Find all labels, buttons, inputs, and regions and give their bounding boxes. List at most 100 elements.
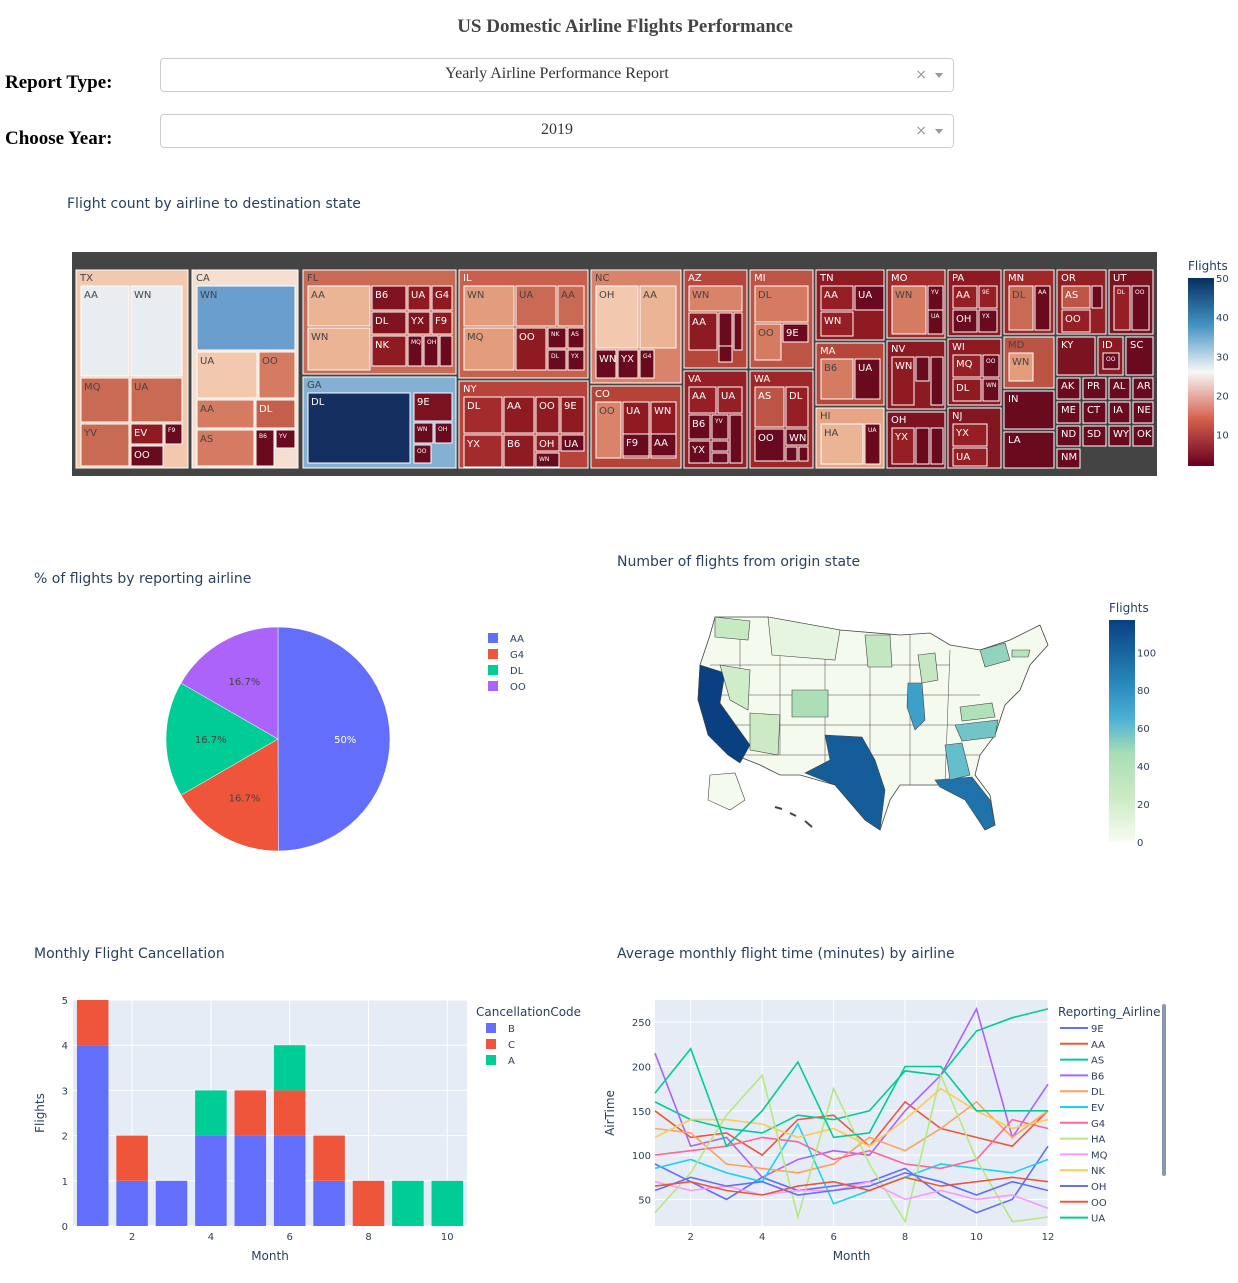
bar-b — [234, 1135, 267, 1226]
treemap-tile-label: AA — [824, 290, 838, 301]
treemap-tile-label: YX — [981, 313, 990, 320]
colorbar-tick-label: 20 — [1216, 392, 1229, 403]
report-type-dropdown[interactable]: Yearly Airline Performance Report × — [160, 58, 954, 92]
page-title: US Domestic Airline Flights Performance — [457, 16, 793, 37]
state-fl — [934, 776, 996, 831]
report-type-label: Report Type: — [5, 72, 113, 93]
treemap-tile-label: DL — [789, 391, 803, 402]
treemap-state-label: MN — [1008, 273, 1024, 284]
legend-label: OO — [510, 682, 526, 693]
clear-icon[interactable]: × — [915, 123, 927, 139]
pie-chart[interactable]: 50% 16.7% 16.7% 16.7% AA G4 DL OO — [0, 600, 600, 880]
treemap-state-ct: CT — [1082, 401, 1107, 424]
treemap-state-co: CO OO UA WN F9 AA — [590, 385, 682, 469]
y-tick-label: 150 — [632, 1107, 651, 1118]
treemap-tile-label: DL — [1117, 289, 1126, 296]
treemap-state-tx: TX AA WN MQ UA YV EV F9 OO — [75, 269, 189, 469]
treemap-tile-label: DL — [259, 404, 273, 415]
treemap-tile-label: OO — [1135, 289, 1145, 296]
y-tick-label: 3 — [62, 1086, 68, 1097]
treemap-tile-label: MQ — [467, 332, 484, 343]
treemap-tile-label: DL — [758, 290, 772, 301]
treemap-tile-label: OO — [986, 358, 996, 365]
treemap-tile-label: UA — [931, 313, 940, 320]
treemap-tile-label: DL — [311, 397, 325, 408]
x-tick-label: 8 — [365, 1232, 371, 1243]
treemap-state-label: UT — [1113, 273, 1127, 284]
treemap-state-label: KY — [1061, 340, 1074, 351]
legend-swatch — [488, 681, 498, 691]
treemap-tile-label: UA — [519, 290, 533, 301]
treemap-state-label: PA — [952, 273, 964, 284]
treemap-tile-label: AA — [561, 290, 575, 301]
bar-a — [392, 1180, 424, 1226]
treemap-tile-label: MQ — [956, 359, 973, 370]
treemap-tile-label: UA — [134, 382, 148, 393]
treemap-tile-label: OH — [438, 426, 447, 433]
state-hi — [774, 806, 813, 828]
treemap-tile — [1091, 285, 1103, 309]
treemap-state-sd: SD — [1082, 425, 1107, 447]
treemap-tile-label: YX — [894, 432, 908, 443]
treemap-state-id: ID OO — [1097, 336, 1124, 376]
x-tick-label: 2 — [129, 1232, 135, 1243]
bar-b — [76, 1045, 109, 1226]
colorbar — [1109, 620, 1135, 842]
treemap-state-md: MD WN — [1003, 336, 1055, 389]
bar-chart[interactable]: 0 1 2 3 4 5 2 4 6 8 10 Month Flights CancellationCode… — [0, 990, 600, 1280]
legend-swatch — [486, 1055, 496, 1065]
pie-slice-label: 50% — [334, 735, 356, 746]
treemap-tile — [733, 312, 743, 351]
legend-label: NK — [1091, 1166, 1105, 1177]
treemap-tile-label: YX — [410, 316, 424, 327]
treemap-tile-label: AS — [758, 391, 771, 402]
bar-a — [431, 1180, 464, 1226]
treemap-state-ny: NY DL AA OO 9E YX B6 OH UA WN — [458, 380, 589, 469]
treemap-state-me: ME — [1056, 401, 1081, 424]
y-tick-label: 1 — [62, 1177, 68, 1188]
state-ak — [707, 772, 746, 811]
treemap-tile-label: UA — [721, 391, 735, 402]
treemap-tile-label: B6 — [824, 363, 837, 374]
treemap-tile-label: AA — [643, 290, 657, 301]
treemap-title: Flight count by airline to destination s… — [67, 196, 361, 212]
treemap-tile-label: WN — [895, 290, 912, 301]
treemap-state-label: MO — [891, 273, 908, 284]
treemap-state-label: AZ — [688, 273, 702, 284]
line-chart[interactable]: 50 100 150 200 250 2 4 6 8 10 12 Month AirTime Report… — [600, 990, 1238, 1280]
legend-title: Reporting_Airline — [1058, 1005, 1160, 1019]
clear-icon[interactable]: × — [915, 67, 927, 83]
x-tick-label: 4 — [759, 1232, 765, 1243]
pie-slice-label: 16.7% — [195, 735, 227, 746]
chevron-down-icon[interactable] — [935, 129, 943, 134]
legend-label: OO — [1091, 1198, 1107, 1209]
treemap-state-il: IL WN UA AA MQ OO NK AS DL YX — [458, 269, 589, 379]
colorbar-tick-label: 20 — [1137, 800, 1150, 811]
treemap-tile-label: F9 — [435, 316, 447, 327]
choose-year-label: Choose Year: — [5, 128, 113, 149]
treemap-chart[interactable]: TX AA WN MQ UA YV EV F9 OO CA WN UA OO AA DL AS B6 YV FL AA… — [0, 240, 1238, 490]
treemap-tile-label: AS — [1065, 290, 1078, 301]
treemap-tile — [930, 427, 944, 465]
treemap-tile-label: WN — [599, 354, 616, 365]
y-tick-label: 5 — [62, 996, 68, 1007]
treemap-tile-label: OO — [599, 406, 615, 417]
treemap-tile-label: YX — [620, 354, 634, 365]
treemap-tile-label: MQ — [84, 382, 101, 393]
treemap-tile-label: DL — [1012, 290, 1026, 301]
colorbar-tick-label: 10 — [1216, 431, 1229, 442]
treemap-tile-label: WN — [789, 433, 806, 444]
treemap-tile — [439, 335, 453, 367]
y-tick-label: 4 — [62, 1041, 68, 1052]
treemap-state-label: AL — [1113, 381, 1126, 392]
treemap-tile-label: AA — [654, 438, 668, 449]
treemap-tile — [718, 312, 733, 351]
treemap-state-oh: OH YX — [886, 411, 946, 469]
choropleth-map[interactable]: Flights 0 20 40 60 80 100 — [600, 595, 1238, 865]
bar-b — [155, 1180, 188, 1226]
year-dropdown[interactable]: 2019 × — [160, 114, 954, 148]
chevron-down-icon[interactable] — [935, 73, 943, 78]
treemap-tile-label: OO — [539, 401, 555, 412]
treemap-tile-label: EV — [134, 428, 147, 439]
treemap-state-pr: PR — [1082, 377, 1107, 400]
